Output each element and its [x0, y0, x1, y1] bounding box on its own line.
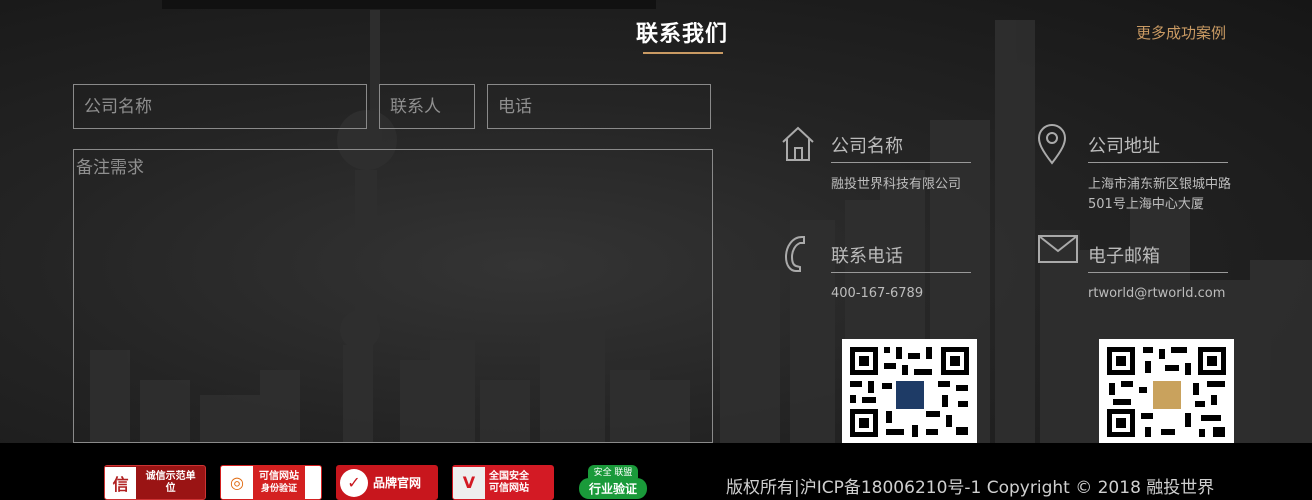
badge-integrity[interactable]: 信 诚信示范单位 [104, 465, 206, 500]
qr-code-image [850, 347, 969, 437]
badge-text: 全国安全 [489, 470, 529, 482]
copyright-text: 版权所有|沪ICP备18006210号-1 Copyright © 2018 融… [726, 478, 1215, 498]
brand-check-icon: ✓ [340, 468, 368, 497]
badge-text-block: 可信网站 身份验证 [253, 466, 305, 499]
top-dark-bar [162, 0, 656, 9]
badge-brand-site[interactable]: ✓ 品牌官网 [336, 465, 438, 500]
address-line-1: 上海市浦东新区银城中路 [1088, 177, 1232, 192]
location-pin-icon [1037, 124, 1067, 165]
badge-trusted-site[interactable]: ◎ 可信网站 身份验证 [220, 465, 322, 500]
badge-text: 诚信示范单位 [145, 470, 196, 494]
badge-subtext: 身份验证 [260, 483, 297, 494]
qr-code-image [1107, 347, 1226, 437]
badge-subtext: 可信网站 [489, 482, 529, 494]
phone-divider [831, 272, 971, 273]
mail-icon [1038, 235, 1078, 263]
phone-icon [784, 236, 805, 272]
address-label: 公司地址 [1088, 136, 1160, 157]
qr-code-official [1099, 339, 1234, 445]
company-name-input[interactable] [73, 84, 367, 129]
footer: 信 诚信示范单位 ◎ 可信网站 身份验证 ✓ 品牌官网 V 全国安全 可信网站 … [0, 443, 1312, 500]
secure-v-icon: V [453, 466, 485, 499]
company-divider [831, 162, 971, 163]
email-label: 电子邮箱 [1088, 246, 1160, 267]
title-underline [643, 52, 723, 54]
phone-label: 联系电话 [831, 246, 903, 267]
badge-text: 安全 联盟 [587, 465, 639, 478]
qr-code-wechat [842, 339, 977, 445]
badge-text: 可信网站 [259, 470, 299, 482]
address-divider [1088, 162, 1228, 163]
email-value: rtworld@rtworld.com [1088, 286, 1226, 301]
phone-input[interactable] [487, 84, 711, 129]
notes-textarea[interactable] [73, 149, 713, 443]
badge-industry-verified[interactable]: 安全 联盟 行业验证 [566, 465, 660, 500]
badge-text-block: 全国安全 可信网站 [485, 471, 533, 495]
contact-person-input[interactable] [379, 84, 475, 129]
house-icon [782, 126, 814, 161]
company-label: 公司名称 [831, 136, 903, 157]
badge-subtext: 行业验证 [578, 478, 647, 499]
company-value: 融投世界科技有限公司 [831, 177, 962, 192]
badge-text: 品牌官网 [373, 475, 422, 490]
trusted-site-icon: ◎ [230, 473, 244, 492]
address-line-2: 501号上海中心大厦 [1088, 197, 1204, 212]
phone-value: 400-167-6789 [831, 286, 924, 301]
integrity-icon: 信 [105, 466, 137, 499]
badge-secure-site[interactable]: V 全国安全 可信网站 [452, 465, 554, 500]
more-cases-link[interactable]: 更多成功案例 [1136, 22, 1226, 43]
section-title: 联系我们 [636, 22, 729, 47]
email-divider [1088, 272, 1228, 273]
